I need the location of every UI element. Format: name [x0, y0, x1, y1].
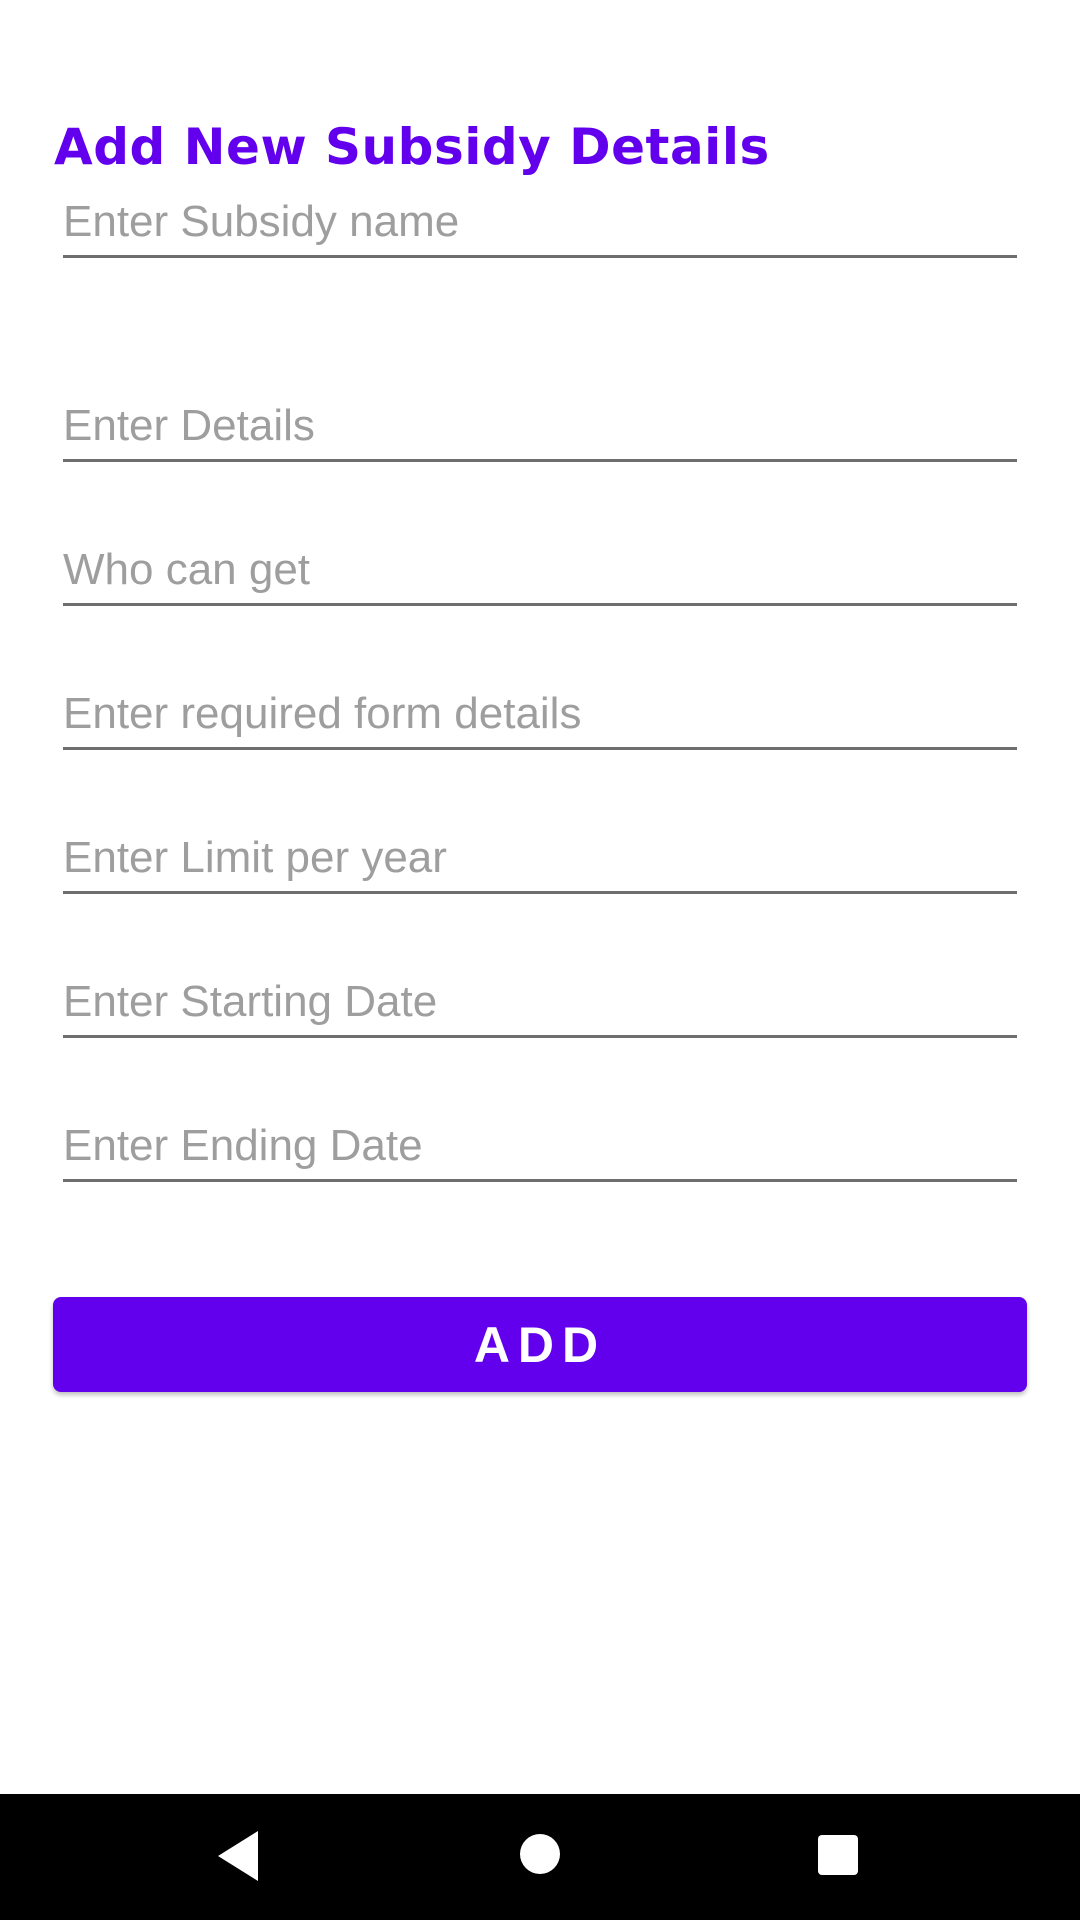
- system-navigation-bar: [0, 1794, 1080, 1920]
- limit-per-year-field-container: [63, 824, 1017, 894]
- page-title: Add New Subsidy Details: [54, 118, 770, 176]
- home-circle-icon[interactable]: [520, 1834, 560, 1874]
- form-details-field-container: [63, 680, 1017, 750]
- required-form-details-input[interactable]: [63, 680, 1017, 747]
- add-button[interactable]: ADD: [53, 1297, 1027, 1392]
- back-triangle-icon[interactable]: [218, 1831, 258, 1881]
- details-field-container: [63, 392, 1017, 462]
- subsidy-name-input[interactable]: [63, 188, 1017, 255]
- starting-date-field-container: [63, 968, 1017, 1038]
- starting-date-input[interactable]: [63, 968, 1017, 1035]
- ending-date-input[interactable]: [63, 1112, 1017, 1179]
- subsidy-name-field-container: [63, 188, 1017, 258]
- who-can-get-input[interactable]: [63, 536, 1017, 603]
- who-can-get-field-container: [63, 536, 1017, 606]
- recents-square-icon[interactable]: [818, 1835, 858, 1875]
- limit-per-year-input[interactable]: [63, 824, 1017, 891]
- details-input[interactable]: [63, 392, 1017, 459]
- add-subsidy-screen: Add New Subsidy Details ADD: [0, 0, 1080, 1920]
- ending-date-field-container: [63, 1112, 1017, 1182]
